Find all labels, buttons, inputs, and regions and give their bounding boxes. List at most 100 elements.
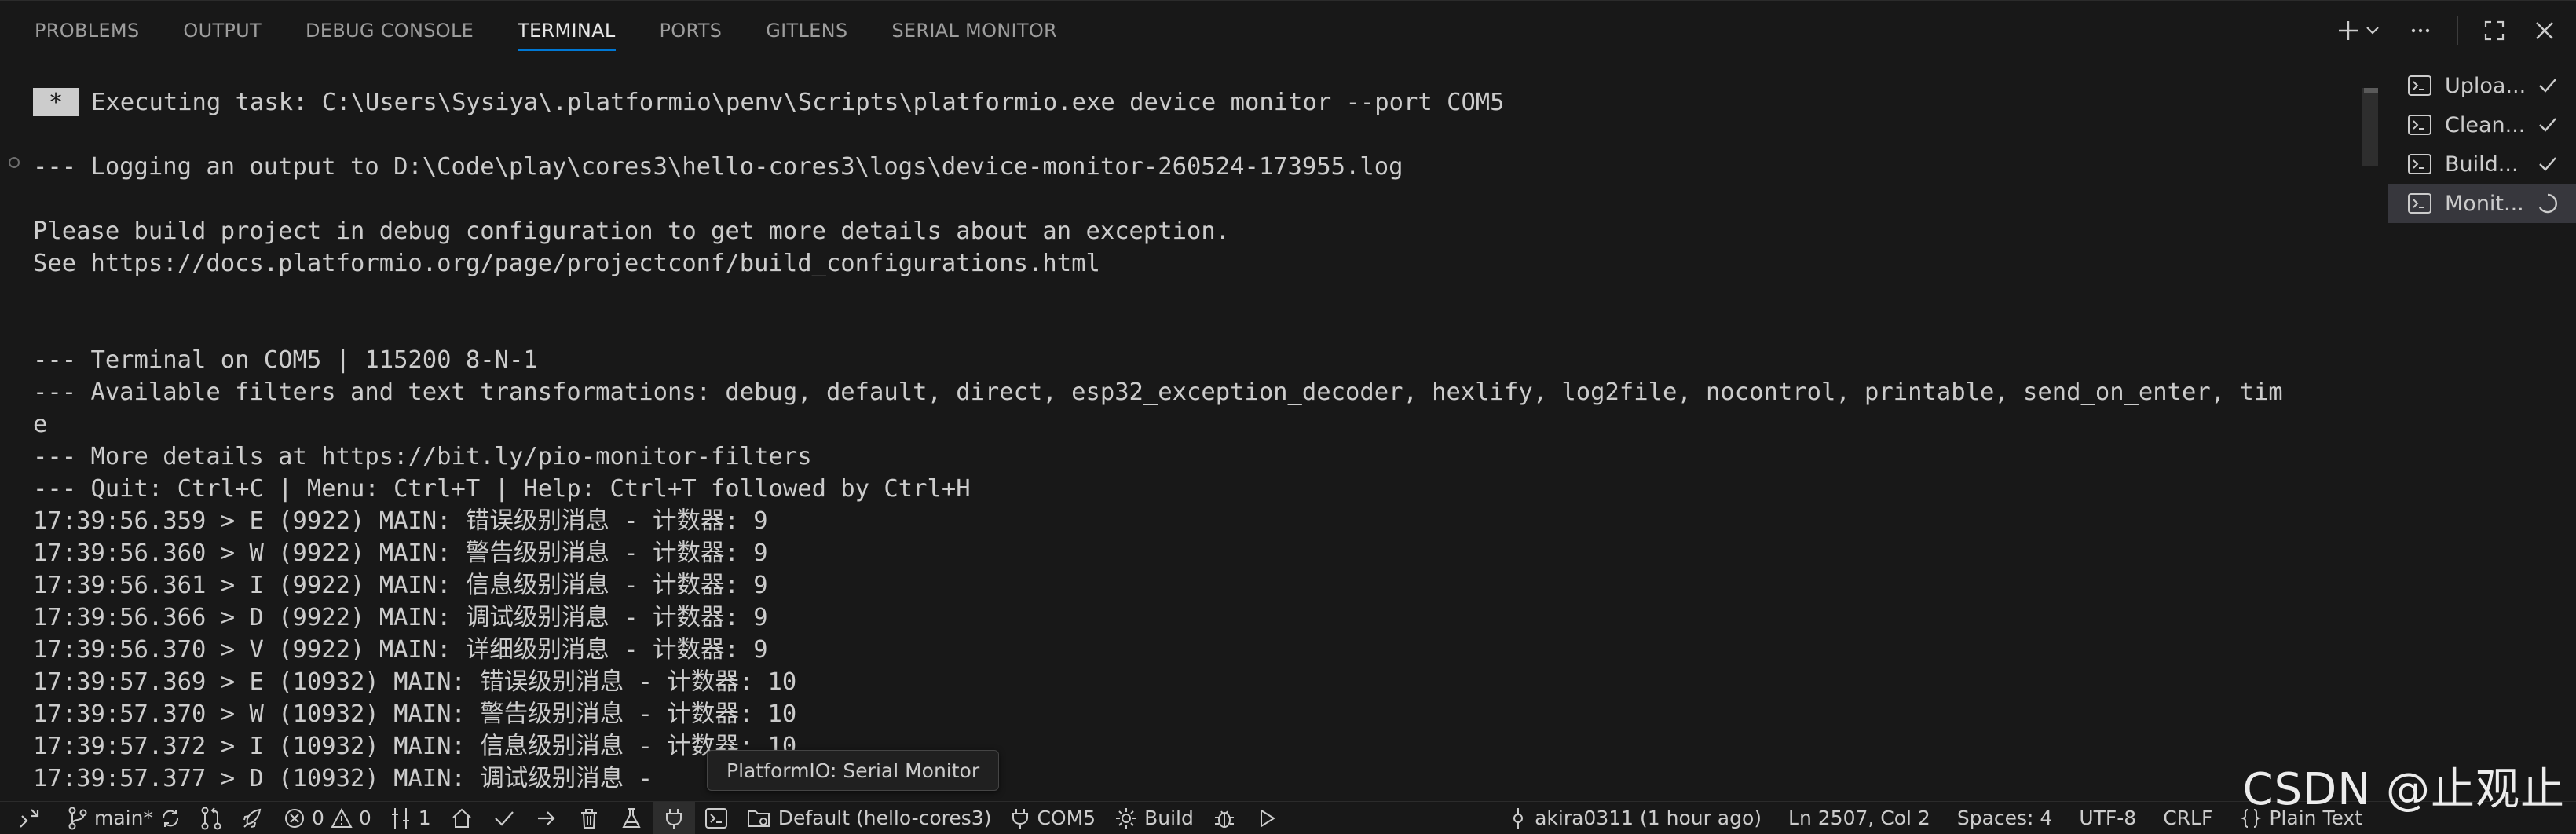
sync-icon (162, 809, 178, 827)
plug-icon (1012, 808, 1029, 829)
ports-button[interactable]: 1 (381, 802, 441, 834)
terminal-line: e (33, 411, 48, 438)
git-commit-icon (1513, 807, 1524, 829)
cursor-position: Ln 2507, Col 2 (1788, 807, 1930, 829)
terminal-line: 17:39:56.366 > D (9922) MAIN: 调试级别消息 - 计… (33, 604, 768, 631)
check-icon (494, 810, 514, 826)
ellipsis-icon (2411, 28, 2430, 33)
problems-button[interactable]: 0 0 (274, 802, 381, 834)
task-item-monitor[interactable]: Monit... (2388, 184, 2576, 223)
build-label: Build (1144, 807, 1194, 829)
task-item-upload[interactable]: Uploa... (2388, 66, 2576, 105)
status-bar-left: main* 0 0 1 Default (hello-cores3) COM5 … (0, 801, 1288, 834)
tab-ports[interactable]: PORTS (660, 1, 723, 60)
error-icon (284, 808, 304, 828)
tab-output[interactable]: OUTPUT (183, 1, 262, 60)
maximize-panel-button[interactable] (2480, 16, 2508, 45)
run-button[interactable] (1246, 802, 1288, 834)
indentation-button[interactable]: Spaces: 4 (1940, 802, 2062, 834)
arrow-right-icon (537, 810, 555, 825)
platformio-test-button[interactable] (610, 802, 653, 834)
tooltip: PlatformIO: Serial Monitor (707, 750, 1000, 791)
task-name: Build... (2445, 152, 2519, 177)
folder-gear-icon (747, 810, 770, 827)
tab-gitlens[interactable]: GITLENS (766, 1, 847, 60)
cursor-position-button[interactable]: Ln 2507, Col 2 (1771, 802, 1940, 834)
command-decoration-icon[interactable] (9, 157, 20, 168)
gitlens-launchpad-button[interactable] (232, 802, 274, 834)
new-terminal-button[interactable] (2337, 16, 2384, 45)
scrollbar-marker (2364, 88, 2378, 93)
check-icon (2536, 113, 2560, 137)
terminal-icon (2408, 154, 2431, 174)
environment-label: Default (hello-cores3) (778, 807, 992, 829)
terminal-line: 17:39:57.370 > W (10932) MAIN: 警告级别消息 - … (33, 700, 797, 728)
indentation-label: Spaces: 4 (1956, 807, 2053, 829)
panel-tab-bar: PROBLEMS OUTPUT DEBUG CONSOLE TERMINAL P… (0, 0, 2576, 60)
task-item-clean[interactable]: Clean... (2388, 105, 2576, 144)
terminal-line: --- Logging an output to D:\Code\play\co… (33, 153, 1403, 181)
platformio-terminal-button[interactable] (695, 802, 737, 834)
task-marker: * (33, 87, 79, 116)
git-blame-button[interactable]: akira0311 (1 hour ago) (1498, 802, 1771, 834)
task-item-build[interactable]: Build... (2388, 144, 2576, 184)
tab-serial-monitor[interactable]: SERIAL MONITOR (891, 1, 1057, 60)
platformio-serial-monitor-button[interactable] (652, 801, 695, 834)
play-icon (1260, 808, 1275, 828)
terminal-line: --- Available filters and text transform… (33, 379, 2283, 406)
platformio-upload-button[interactable] (525, 802, 568, 834)
bug-icon (1214, 810, 1234, 828)
eol-label: CRLF (2163, 807, 2213, 829)
branch-button[interactable]: main* (58, 802, 191, 834)
terminal-task-list: Uploa... Clean... Build... Monit... (2388, 60, 2576, 801)
port-icon (391, 807, 409, 829)
build-status-button[interactable]: Build (1105, 802, 1203, 834)
warning-count: 0 (358, 807, 371, 829)
terminal-icon (704, 807, 727, 829)
more-actions-button[interactable] (2406, 16, 2435, 45)
platformio-clean-button[interactable] (568, 802, 610, 834)
terminal-view[interactable]: * Executing task: C:\Users\Sysiya\.platfo… (0, 60, 2378, 801)
project-environment-button[interactable]: Default (hello-cores3) (737, 802, 1001, 834)
terminal-icon (2408, 115, 2431, 135)
encoding-button[interactable]: UTF-8 (2062, 802, 2146, 834)
terminal-scrollbar-thumb[interactable] (2362, 88, 2378, 166)
home-icon (452, 808, 471, 828)
status-bar-right: akira0311 (1 hour ago) Ln 2507, Col 2 Sp… (1498, 802, 2372, 834)
platformio-home-button[interactable] (441, 802, 483, 834)
tab-debug-console[interactable]: DEBUG CONSOLE (306, 1, 474, 60)
check-icon (2536, 152, 2560, 176)
pull-request-button[interactable] (191, 802, 232, 834)
task-name: Clean... (2445, 112, 2526, 137)
task-name: Monit... (2445, 191, 2524, 216)
tab-problems[interactable]: PROBLEMS (35, 1, 139, 60)
pull-request-icon (201, 807, 221, 829)
terminal-line: --- Quit: Ctrl+C | Menu: Ctrl+T | Help: … (33, 475, 971, 503)
serial-port-button[interactable]: COM5 (1001, 802, 1105, 834)
eol-button[interactable]: CRLF (2146, 802, 2222, 834)
rocket-icon (243, 808, 262, 828)
encoding-label: UTF-8 (2079, 807, 2137, 829)
actions-divider (2457, 16, 2458, 45)
plug-icon (665, 808, 682, 829)
spinner-icon (2536, 192, 2560, 215)
platformio-build-button[interactable] (483, 802, 525, 834)
remote-button[interactable] (0, 802, 58, 834)
maximize-icon (2484, 20, 2505, 41)
terminal-line: --- Terminal on COM5 | 115200 8-N-1 (33, 346, 538, 374)
warning-icon (331, 807, 353, 828)
terminal-line: --- More details at https://bit.ly/pio-m… (33, 443, 812, 470)
panel-actions (2337, 1, 2559, 60)
terminal-line: * Executing task: C:\Users\Sysiya\.platfo… (33, 86, 2283, 119)
terminal-line: 17:39:57.369 > E (10932) MAIN: 错误级别消息 - … (33, 668, 797, 696)
tab-terminal[interactable]: TERMINAL (518, 1, 616, 60)
debug-button[interactable] (1203, 802, 1246, 834)
status-bar: main* 0 0 1 Default (hello-cores3) COM5 … (0, 801, 2576, 834)
remote-icon (20, 808, 39, 828)
close-panel-button[interactable] (2530, 16, 2559, 45)
task-name: Uploa... (2445, 73, 2527, 98)
ports-count: 1 (418, 807, 431, 829)
